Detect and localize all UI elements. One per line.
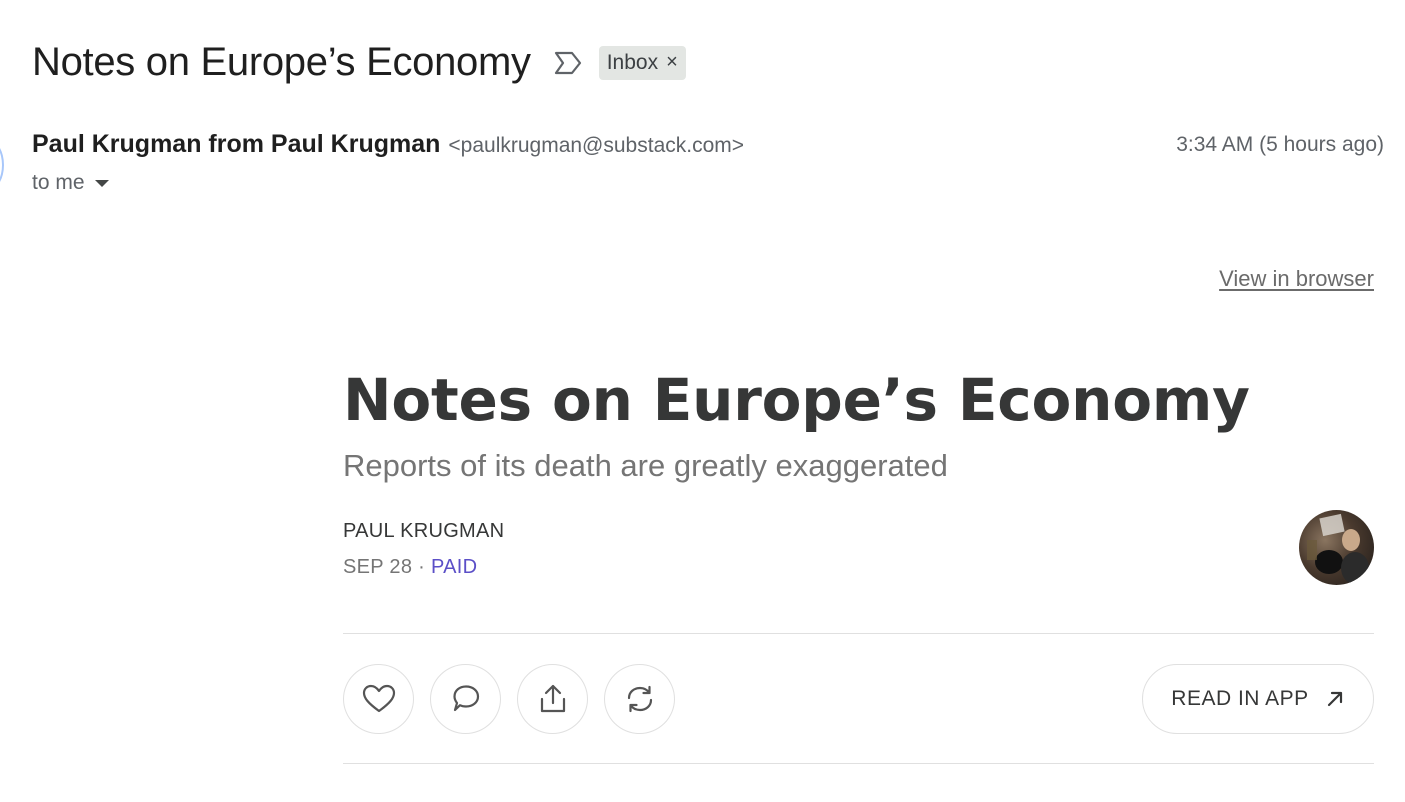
restack-icon (627, 685, 652, 713)
restack-button[interactable] (604, 664, 675, 734)
sender-name[interactable]: Paul Krugman from Paul Krugman (32, 130, 440, 159)
comment-button[interactable] (430, 664, 501, 734)
post-divider-top (343, 633, 1374, 634)
post-subtitle: Reports of its death are greatly exagger… (343, 448, 948, 483)
recipient-details-toggle[interactable]: to me (32, 171, 109, 195)
view-in-browser-link[interactable]: View in browser (1219, 266, 1374, 292)
post-divider-bottom (343, 763, 1374, 764)
author-avatar[interactable] (1299, 510, 1374, 585)
label-chip-text: Inbox (606, 50, 659, 74)
sender-avatar (0, 140, 4, 190)
meta-separator: · (418, 556, 426, 578)
email-subject-row: Notes on Europe’s Economy Inbox × (32, 40, 686, 85)
read-in-app-button[interactable]: READ IN APP (1142, 664, 1374, 734)
sender-row: Paul Krugman from Paul Krugman <paulkrug… (32, 130, 744, 159)
post-header: Notes on Europe’s Economy Reports of its… (343, 360, 1374, 600)
email-subject: Notes on Europe’s Economy (32, 40, 531, 84)
post-date: SEP 28 (343, 556, 413, 578)
like-button[interactable] (343, 664, 414, 734)
comment-icon (452, 685, 479, 712)
remove-label-icon[interactable]: × (666, 51, 678, 74)
post-actions (343, 664, 675, 734)
read-in-app-label: READ IN APP (1171, 687, 1309, 710)
inbox-label-chip[interactable]: Inbox × (598, 45, 686, 80)
chevron-down-icon[interactable] (94, 179, 109, 187)
post-byline: PAUL KRUGMAN SEP 28 · PAID (343, 510, 1374, 600)
post-access-badge: PAID (430, 556, 478, 578)
heart-icon (362, 684, 395, 713)
post-author[interactable]: PAUL KRUGMAN (343, 520, 1374, 543)
importance-marker-icon[interactable] (553, 49, 583, 77)
post-meta: SEP 28 · PAID (343, 556, 1374, 579)
sender-email: <paulkrugman@substack.com> (448, 134, 745, 157)
recipient-text: to me (32, 171, 85, 194)
post-title[interactable]: Notes on Europe’s Economy (343, 360, 1374, 440)
share-icon (540, 684, 565, 713)
email-timestamp: 3:34 AM (5 hours ago) (1176, 133, 1384, 156)
arrow-up-right-icon (1325, 689, 1345, 709)
share-button[interactable] (517, 664, 588, 734)
